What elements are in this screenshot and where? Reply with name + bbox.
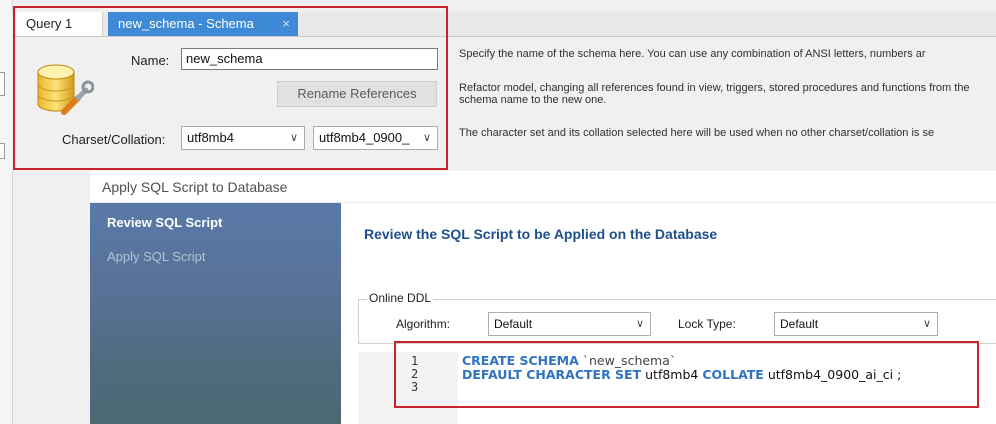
database-wrench-icon (37, 64, 94, 115)
rename-help-text-line1: Refactor model, changing all references … (459, 82, 970, 94)
online-ddl-legend: Online DDL (367, 291, 434, 305)
step-apply-sql-script: Apply SQL Script (107, 249, 206, 264)
collation-select[interactable]: utf8mb4_0900_ ∨ (313, 126, 438, 150)
dialog-title: Apply SQL Script to Database (90, 171, 996, 203)
tab-new-schema[interactable]: new_schema - Schema × (108, 12, 298, 36)
rename-references-button[interactable]: Rename References (277, 81, 437, 107)
tab-query-1[interactable]: Query 1 (16, 12, 103, 36)
line-number: 2 (411, 367, 419, 381)
chevron-down-icon: ∨ (422, 132, 431, 144)
line-number-gutter (358, 352, 458, 424)
dialog-heading: Review the SQL Script to be Applied on t… (364, 226, 718, 242)
step-review-sql-script: Review SQL Script (107, 215, 223, 230)
chevron-down-icon: ∨ (635, 318, 644, 330)
schema-name-input[interactable]: new_schema (181, 48, 438, 70)
charset-collation-label: Charset/Collation: (62, 132, 166, 147)
sql-identifier: `new_schema` (578, 353, 677, 368)
algorithm-select[interactable]: Default ∨ (488, 312, 651, 336)
tab-label: new_schema - Schema (118, 16, 254, 31)
sql-line-2: DEFAULT CHARACTER SET utf8mb4 COLLATE ut… (462, 367, 901, 382)
name-label: Name: (131, 53, 170, 68)
sql-keyword: DEFAULT CHARACTER SET (462, 367, 642, 382)
close-icon[interactable]: × (282, 12, 290, 36)
charset-value: utf8mb4 (187, 130, 234, 145)
rename-help-text-line2: schema name to the new one. (459, 94, 607, 106)
chevron-down-icon: ∨ (289, 132, 298, 144)
tab-label: Query 1 (26, 16, 73, 31)
sql-text: utf8mb4_0900_ai_ci ; (763, 367, 902, 382)
line-number: 3 (411, 380, 419, 394)
gutter-marker (0, 72, 5, 96)
algorithm-label: Algorithm: (396, 317, 451, 331)
charset-select[interactable]: utf8mb4 ∨ (181, 126, 305, 150)
sql-keyword: CREATE SCHEMA (462, 353, 579, 368)
lock-type-select[interactable]: Default ∨ (774, 312, 938, 336)
algorithm-value: Default (494, 317, 533, 331)
tab-strip: Query 1 new_schema - Schema × (12, 12, 996, 37)
sql-text: utf8mb4 (641, 367, 703, 382)
gutter-marker (0, 143, 5, 159)
name-help-text: Specify the name of the schema here. You… (459, 48, 926, 60)
wizard-step-sidebar (90, 203, 341, 424)
lock-type-value: Default (780, 317, 819, 331)
sql-line-1: CREATE SCHEMA `new_schema` (462, 353, 676, 368)
collation-value: utf8mb4_0900_ (319, 130, 410, 145)
chevron-down-icon: ∨ (922, 318, 931, 330)
sql-keyword: COLLATE (702, 367, 764, 382)
line-number: 1 (411, 354, 419, 368)
lock-type-label: Lock Type: (678, 317, 736, 331)
charset-help-text: The character set and its collation sele… (459, 127, 935, 139)
